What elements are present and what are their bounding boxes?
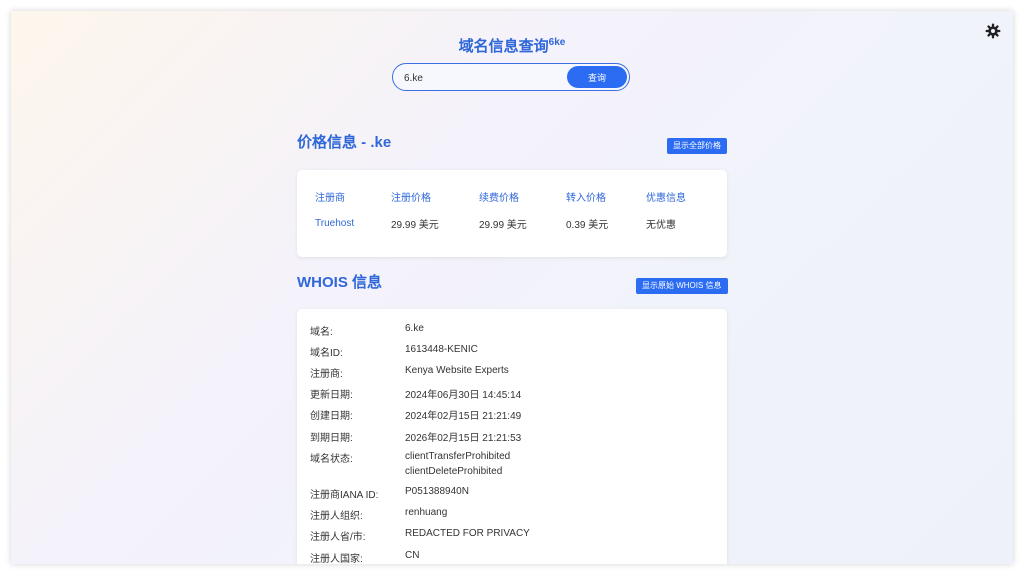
- whois-label: 到期日期:: [310, 433, 353, 444]
- whois-label: 注册商:: [310, 369, 343, 380]
- whois-label: 注册商IANA ID:: [310, 490, 379, 501]
- price-table-header: 注册商 注册价格 续费价格 转入价格 优惠信息: [315, 184, 726, 208]
- whois-label: 注册人省/市:: [310, 532, 366, 543]
- whois-label: 注册人国家:: [310, 554, 363, 564]
- whois-value: 2024年02月15日 21:21:49: [405, 411, 522, 422]
- search-box: 查询: [392, 63, 630, 91]
- whois-value: clientTransferProhibited clientDeletePro…: [405, 449, 510, 479]
- header-registrar: 注册商: [315, 192, 345, 204]
- show-raw-whois-button[interactable]: 显示原始 WHOIS 信息: [636, 278, 728, 294]
- search-input[interactable]: [404, 70, 554, 86]
- table-row: Truehost 29.99 美元 29.99 美元 0.39 美元 无优惠: [315, 208, 726, 238]
- whois-value: renhuang: [405, 507, 448, 518]
- whois-value: Kenya Website Experts: [405, 365, 509, 376]
- register-price: 29.99 美元: [391, 219, 439, 231]
- whois-label: 域名:: [310, 327, 333, 338]
- whois-value: 1613448-KENIC: [405, 344, 478, 355]
- whois-value: CN: [405, 550, 420, 561]
- renew-price: 29.99 美元: [479, 219, 527, 231]
- whois-label: 更新日期:: [310, 390, 353, 401]
- whois-label: 注册人组织:: [310, 511, 363, 522]
- whois-label: 创建日期:: [310, 411, 353, 422]
- whois-label: 域名ID:: [310, 348, 343, 359]
- transfer-price: 0.39 美元: [566, 219, 609, 231]
- page-title: 域名信息查询6ke: [458, 37, 566, 55]
- show-all-prices-button[interactable]: 显示全部价格: [667, 138, 727, 154]
- app-window: 域名信息查询6ke 查询 价格信息 - .ke 显示全部价格 注册商 注册价格 …: [11, 11, 1013, 564]
- price-table: 注册商 注册价格 续费价格 转入价格 优惠信息 Truehost 29.99 美…: [315, 184, 726, 238]
- whois-value: 2026年02月15日 21:21:53: [405, 433, 522, 444]
- price-section-title: 价格信息 - .ke: [297, 134, 392, 151]
- whois-section-title: WHOIS 信息: [297, 274, 382, 291]
- price-card: 注册商 注册价格 续费价格 转入价格 优惠信息 Truehost 29.99 美…: [297, 170, 727, 257]
- header-register-price: 注册价格: [391, 192, 431, 204]
- whois-value: 6.ke: [405, 323, 424, 334]
- whois-card: 域名: 6.ke 域名ID: 1613448-KENIC 注册商: Kenya …: [297, 309, 727, 564]
- page-title-suffix: 6ke: [548, 37, 566, 48]
- promo-info: 无优惠: [646, 219, 676, 231]
- whois-value: REDACTED FOR PRIVACY: [405, 528, 530, 539]
- search-button[interactable]: 查询: [567, 66, 627, 88]
- header-renew-price: 续费价格: [479, 192, 519, 204]
- page-title-wrap: 域名信息查询6ke: [11, 35, 1013, 56]
- registrar-link[interactable]: Truehost: [315, 208, 391, 238]
- whois-value: P051388940N: [405, 486, 469, 497]
- status-line: clientDeleteProhibited: [405, 466, 503, 477]
- header-promo: 优惠信息: [646, 192, 686, 204]
- whois-label: 域名状态:: [310, 454, 353, 465]
- whois-value: 2024年06月30日 14:45:14: [405, 390, 522, 401]
- header-transfer-price: 转入价格: [566, 192, 606, 204]
- status-line: clientTransferProhibited: [405, 451, 511, 462]
